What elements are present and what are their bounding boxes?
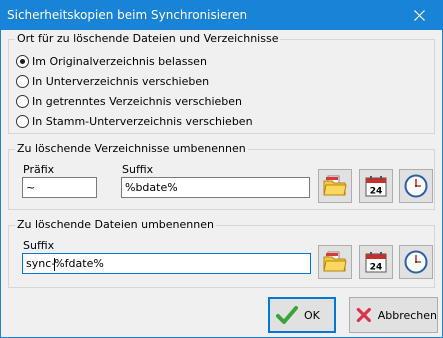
radio-label: In getrenntes Verzeichnis verschieben [32,94,243,108]
close-button[interactable] [396,1,442,30]
file-clock-button[interactable] [399,245,433,279]
file-suffix-text-before-caret: sync- [26,257,56,270]
radio-label: In Unterverzeichnis verschieben [32,74,210,88]
file-suffix-input[interactable]: sync-%fdate% [22,253,311,274]
dirs-rename-group: Zu löschende Verzeichnisse umbenennen Pr… [8,142,435,210]
checkmark-icon [276,306,298,324]
close-icon [413,10,425,21]
prefix-label: Präfix [23,163,55,176]
radio-move-to-subdir[interactable]: In Unterverzeichnis verschieben [16,73,209,89]
calendar-day-text: 24 [370,263,383,273]
dir-suffix-input[interactable]: %bdate% [121,177,310,198]
ok-button-label: OK [304,308,320,322]
files-rename-legend: Zu löschende Dateien umbenennen [15,218,216,231]
folder-icon [323,175,347,196]
radio-label: In Stamm-Unterverzeichnis verschieben [32,114,253,128]
file-folder-button[interactable] [318,245,352,279]
clock-icon [404,250,428,274]
file-calendar-button[interactable]: 24 [359,245,393,279]
location-group-legend: Ort für zu löschende Dateien und Verzeic… [15,32,281,45]
radio-move-to-root-subdir[interactable]: In Stamm-Unterverzeichnis verschieben [16,113,253,129]
calendar-icon: 24 [365,176,387,197]
calendar-day-text: 24 [370,187,383,197]
files-rename-group: Zu löschende Dateien umbenennen Suffix s… [8,218,435,288]
file-suffix-label: Suffix [23,239,55,252]
dirs-rename-legend: Zu löschende Verzeichnisse umbenennen [15,142,248,155]
radio-label: Im Originalverzeichnis belassen [32,54,207,68]
cancel-x-icon [356,307,371,323]
prefix-input[interactable]: ~ [22,177,97,198]
calendar-icon: 24 [365,252,387,273]
dir-calendar-button[interactable]: 24 [359,169,393,203]
title-bar: Sicherheitskopien beim Synchronisieren [1,1,442,30]
folder-icon [323,251,347,272]
radio-button-selected[interactable] [16,54,29,68]
radio-button[interactable] [16,114,29,128]
radio-button[interactable] [16,94,29,108]
ok-button[interactable]: OK [268,297,336,333]
cancel-button-label: Abbrechen [377,308,437,322]
file-suffix-text-after-caret: %fdate% [54,257,104,270]
radio-button[interactable] [16,74,29,88]
radio-move-to-separate-dir[interactable]: In getrenntes Verzeichnis verschieben [16,93,242,109]
radio-keep-in-original[interactable]: Im Originalverzeichnis belassen [16,53,207,69]
clock-icon [404,174,428,198]
dir-clock-button[interactable] [399,169,433,203]
dir-suffix-label: Suffix [122,163,154,176]
cancel-button[interactable]: Abbrechen [349,297,438,333]
dir-folder-button[interactable] [318,169,352,203]
location-group: Ort für zu löschende Dateien und Verzeic… [8,32,435,134]
dialog-window: Sicherheitskopien beim Synchronisieren O… [0,0,443,338]
window-title: Sicherheitskopien beim Synchronisieren [7,8,248,22]
